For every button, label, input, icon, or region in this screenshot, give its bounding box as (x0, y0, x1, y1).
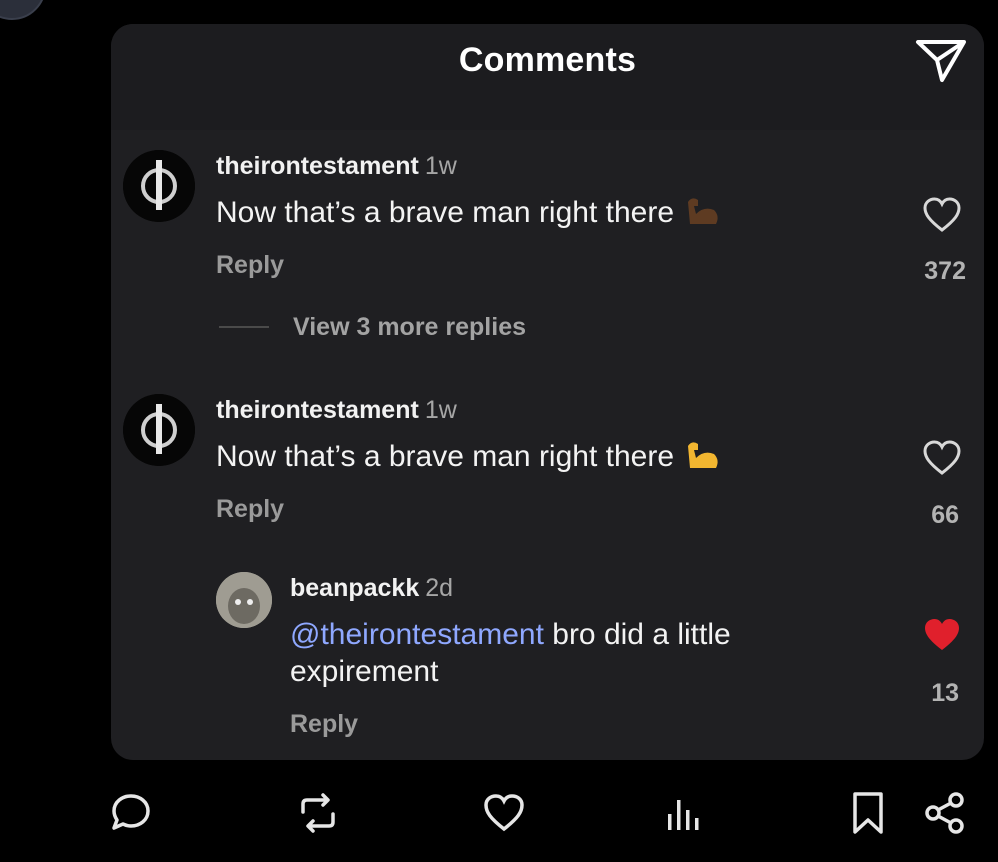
comment-time: 1w (424, 152, 457, 180)
reply-username[interactable]: beanpackk (290, 574, 419, 602)
reply-text-line2: expirement (290, 655, 439, 688)
profile-avatar-partial[interactable] (0, 0, 46, 20)
heart-icon (484, 794, 524, 832)
reply-body: bro did a little (543, 618, 731, 651)
share-paper-plane-button[interactable] (914, 36, 968, 84)
heart-outline-icon (923, 197, 961, 232)
comment-body: Now that’s a brave man right there (216, 196, 675, 229)
repost-icon (301, 793, 335, 833)
comments-header: Comments (111, 24, 984, 130)
bookmark-button[interactable] (845, 790, 891, 836)
comment-body: Now that’s a brave man right there (216, 440, 675, 473)
flexed-biceps-icon (684, 438, 722, 481)
heart-filled-icon (925, 619, 959, 650)
iron-testament-logo (123, 394, 195, 466)
like-button[interactable] (921, 439, 963, 477)
commenter-avatar[interactable] (123, 394, 195, 466)
heart-outline-icon (923, 440, 961, 475)
comment-username[interactable]: theirontestament (216, 396, 419, 424)
like-count: 372 (924, 257, 966, 285)
reply-button[interactable]: Reply (290, 710, 358, 739)
views-button[interactable] (660, 790, 706, 836)
like-button[interactable] (921, 196, 963, 234)
commenter-avatar[interactable] (123, 150, 195, 222)
comment-meta: theirontestament 1w (216, 152, 457, 181)
reply-meta: beanpackk 2d (290, 574, 453, 603)
reply-button[interactable]: Reply (216, 251, 284, 280)
flexed-biceps-icon (684, 194, 722, 237)
reply-avatar[interactable] (216, 572, 272, 628)
reply-text-line1: @theirontestament bro did a little (290, 616, 731, 653)
bookmark-icon (853, 792, 883, 834)
comment-username[interactable]: theirontestament (216, 152, 419, 180)
comments-title: Comments (458, 41, 637, 79)
user-mention[interactable]: @theirontestament (290, 618, 544, 651)
comment-text: Now that’s a brave man right there (216, 194, 722, 237)
comments-panel: Comments theirontestament 1w Now that’s a… (111, 24, 984, 760)
views-icon (668, 800, 699, 830)
paper-plane-icon (916, 40, 966, 82)
like-post-button[interactable] (481, 790, 527, 836)
view-more-replies-button[interactable]: View 3 more replies (293, 313, 526, 342)
like-count: 66 (931, 501, 959, 529)
repost-button[interactable] (295, 790, 341, 836)
like-count: 13 (931, 679, 959, 707)
comment-meta: theirontestament 1w (216, 396, 457, 425)
comment-button[interactable] (108, 790, 154, 836)
comment-text: Now that’s a brave man right there (216, 438, 722, 481)
reply-time: 2d (425, 574, 454, 602)
iron-testament-logo (123, 150, 195, 222)
cat-photo-avatar (216, 572, 272, 628)
post-action-bar (0, 760, 998, 862)
share-button[interactable] (922, 790, 968, 836)
replies-divider (219, 326, 269, 328)
share-icon (925, 792, 964, 834)
comment-icon (112, 794, 150, 830)
like-button-liked[interactable] (921, 616, 963, 654)
comment-time: 1w (424, 396, 457, 424)
reply-button[interactable]: Reply (216, 495, 284, 524)
